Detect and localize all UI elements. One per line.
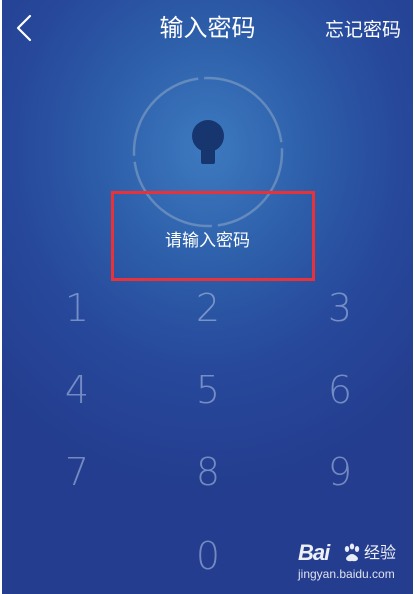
keyhole-icon xyxy=(192,120,224,164)
key-1[interactable]: 1 xyxy=(42,280,112,336)
key-7[interactable]: 7 xyxy=(42,444,112,500)
key-2[interactable]: 2 xyxy=(173,280,243,336)
key-6[interactable]: 6 xyxy=(305,362,375,418)
watermark-cn-text: 经验 xyxy=(364,543,397,562)
baidu-jingyan-watermark: Bai 经验 jingyan.baidu.com xyxy=(298,538,397,586)
paw-icon xyxy=(344,543,360,562)
key-3[interactable]: 3 xyxy=(305,280,375,336)
lock-ring xyxy=(132,76,284,228)
key-4[interactable]: 4 xyxy=(42,362,112,418)
forgot-password-link[interactable]: 忘记密码 xyxy=(325,16,401,44)
key-8[interactable]: 8 xyxy=(173,444,243,500)
key-0[interactable]: 0 xyxy=(173,528,243,584)
password-screen: 输入密码 忘记密码 请输入密码 1 2 3 4 5 6 7 8 9 0 Bai … xyxy=(2,0,413,594)
watermark-url: jingyan.baidu.com xyxy=(298,567,395,581)
key-5[interactable]: 5 xyxy=(173,362,243,418)
watermark-logo-text: Bai xyxy=(298,540,330,565)
password-hint: 请输入密码 xyxy=(165,231,250,251)
key-9[interactable]: 9 xyxy=(305,444,375,500)
